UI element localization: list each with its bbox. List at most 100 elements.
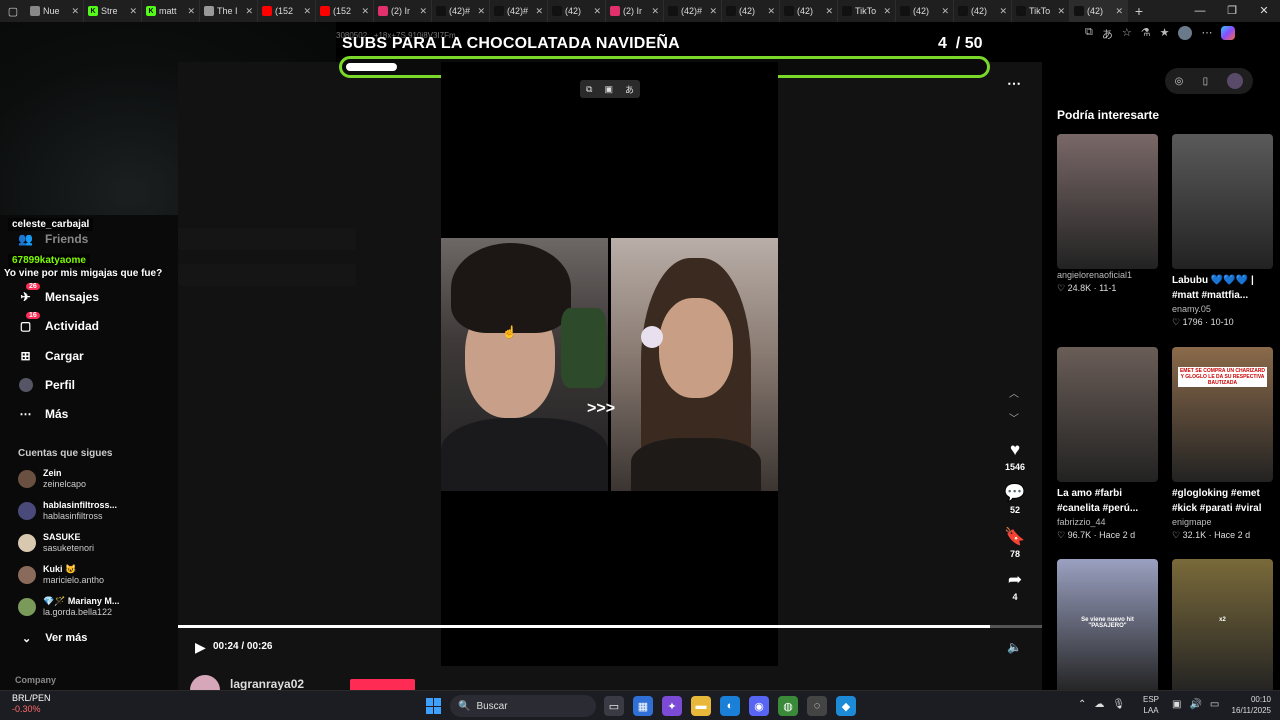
video-progress-bar[interactable] — [178, 625, 1042, 628]
close-tab-icon[interactable]: ✕ — [535, 6, 543, 17]
close-tab-icon[interactable]: ✕ — [419, 6, 427, 17]
file-explorer-icon[interactable]: ▬ — [691, 696, 711, 716]
close-window-icon[interactable]: ✕ — [1248, 0, 1280, 22]
browser-tab[interactable]: TikTo ✕ — [1012, 0, 1070, 22]
edge-icon[interactable]: ◐ — [720, 696, 740, 716]
task-view-icon[interactable]: ▭ — [604, 696, 624, 716]
close-tab-icon[interactable]: ✕ — [999, 6, 1007, 17]
close-tab-icon[interactable]: ✕ — [825, 6, 833, 17]
browser-tab[interactable]: (42) ✕ — [780, 0, 838, 22]
chevron-down-icon[interactable]: ﹀ — [1009, 410, 1019, 425]
store-icon[interactable]: ▦ — [633, 696, 653, 716]
browser-tab[interactable]: (42) ✕ — [548, 0, 606, 22]
copilot-icon[interactable] — [1221, 26, 1236, 40]
clock[interactable]: 00:10 16/11/2025 — [1223, 694, 1271, 716]
see-more-button[interactable]: ⌄ Ver más — [22, 632, 87, 645]
close-tab-icon[interactable]: ✕ — [883, 6, 891, 17]
minimize-icon[interactable]: — — [1184, 0, 1216, 22]
play-icon[interactable]: ▶ — [195, 639, 206, 656]
close-tab-icon[interactable]: ✕ — [187, 6, 195, 17]
onedrive-icon[interactable]: ☁ — [1094, 699, 1104, 710]
tab-actions-icon[interactable]: ▢ — [0, 0, 26, 22]
browser-tab[interactable]: (42)# ✕ — [490, 0, 548, 22]
save-button[interactable]: 🔖 78 — [1000, 527, 1030, 559]
favorite-star-icon[interactable]: ☆ — [1122, 26, 1132, 42]
browser-tab[interactable]: (2) Ir ✕ — [374, 0, 432, 22]
browser-tab[interactable]: (152 ✕ — [316, 0, 374, 22]
share-button[interactable]: ➦ 4 — [1000, 570, 1030, 602]
comment-button[interactable]: 💬 52 — [1000, 483, 1030, 515]
user-avatar[interactable] — [1227, 73, 1244, 89]
close-tab-icon[interactable]: ✕ — [477, 6, 485, 17]
following-item[interactable]: SASUKE sasuketenori — [18, 532, 94, 554]
close-tab-icon[interactable]: ✕ — [71, 6, 79, 17]
discord-icon[interactable]: ◉ — [749, 696, 769, 716]
taskbar-search[interactable]: 🔍 Buscar — [450, 695, 596, 717]
start-button[interactable] — [426, 698, 442, 714]
language-indicator[interactable]: ESP LAA — [1143, 694, 1159, 716]
recommendation-card[interactable]: La amo #farbi #canelita #perú... fabrizzi… — [1057, 347, 1158, 542]
chevron-up-icon[interactable]: ︿ — [1009, 385, 1019, 400]
translate-icon[interactable]: あ — [1102, 26, 1113, 42]
browser-tab[interactable]: K Stre ✕ — [84, 0, 142, 22]
translate-icon[interactable]: あ — [625, 83, 634, 96]
profile-avatar[interactable] — [1178, 26, 1193, 40]
author-name[interactable]: lagranraya02 — [230, 677, 304, 691]
like-button[interactable]: ♥ 1546 — [1000, 440, 1030, 472]
nav-friends[interactable]: 👥 Friends — [18, 231, 88, 246]
close-tab-icon[interactable]: ✕ — [709, 6, 717, 17]
nav-mas[interactable]: ⋯ Más — [18, 406, 69, 421]
close-tab-icon[interactable]: ✕ — [1057, 6, 1065, 17]
browser-tab[interactable]: (42) ✕ — [896, 0, 954, 22]
app-icon[interactable]: ◆ — [836, 696, 856, 716]
browser-tab[interactable]: TikTo ✕ — [838, 0, 896, 22]
browser-tab[interactable]: (42) ✕ — [722, 0, 780, 22]
browser-tab[interactable]: The I ✕ — [200, 0, 258, 22]
app-icon[interactable]: ◌ — [807, 696, 827, 716]
close-tab-icon[interactable]: ✕ — [303, 6, 311, 17]
recommendation-card[interactable]: EMET SE COMPRA UN CHARIZARD Y GLOGLO LE … — [1172, 347, 1273, 542]
extensions-icon[interactable]: ⚗ — [1141, 26, 1151, 42]
close-tab-icon[interactable]: ✕ — [361, 6, 369, 17]
app-icon[interactable]: ◍ — [778, 696, 798, 716]
close-tab-icon[interactable]: ✕ — [245, 6, 253, 17]
close-tab-icon[interactable]: ✕ — [767, 6, 775, 17]
screen-capture-icon[interactable]: ▣ — [604, 84, 613, 95]
recommendation-card[interactable]: Labubu 💙💙💙 | #matt #mattfia... enamy.05 ♡ … — [1172, 134, 1273, 329]
new-tab-button[interactable]: + — [1128, 3, 1150, 19]
nav-actividad[interactable]: ▢ 16 Actividad — [18, 312, 99, 333]
recommendation-card[interactable]: angielorenaoficial1 ♡ 24.8K · 11-1 — [1057, 134, 1158, 295]
compass-icon[interactable]: ◎ — [1175, 76, 1184, 87]
browser-tab[interactable]: (42) ✕ — [1070, 0, 1128, 22]
close-tab-icon[interactable]: ✕ — [651, 6, 659, 17]
browser-tab[interactable]: (2) Ir ✕ — [606, 0, 664, 22]
following-item[interactable]: Zein zeinelcapo — [18, 468, 86, 490]
nav-perfil[interactable]: Perfil — [18, 377, 75, 392]
microphone-icon[interactable]: 🎙 — [1112, 699, 1125, 710]
browser-tab[interactable]: (42)# ✕ — [432, 0, 490, 22]
recommendation-card[interactable]: x2 — [1172, 559, 1273, 694]
copilot-app-icon[interactable]: ✦ — [662, 696, 682, 716]
phone-icon[interactable]: ▯ — [1203, 76, 1209, 87]
more-options-icon[interactable]: ⋯ — [1007, 75, 1021, 92]
browser-tab[interactable]: (42) ✕ — [954, 0, 1012, 22]
close-tab-icon[interactable]: ✕ — [941, 6, 949, 17]
chevron-up-icon[interactable]: ⌃ — [1078, 699, 1086, 710]
browser-tab[interactable]: Nue ✕ — [26, 0, 84, 22]
browser-tab[interactable]: (152 ✕ — [258, 0, 316, 22]
pip-icon[interactable]: ⧉ — [586, 84, 592, 95]
browser-tab[interactable]: Kmatt ✕ — [142, 0, 200, 22]
following-item[interactable]: Kuki 😺 maricielo.antho — [18, 564, 104, 586]
favorites-icon[interactable]: ★ — [1160, 26, 1170, 42]
close-tab-icon[interactable]: ✕ — [129, 6, 137, 17]
following-item[interactable]: hablasinfiltross... hablasinfiltross — [18, 500, 117, 522]
system-status[interactable]: ▣ 🔊 ▭ — [1172, 699, 1219, 710]
recommendation-card[interactable]: Se viene nuevo hit "PASAJERO" — [1057, 559, 1158, 694]
browser-tab[interactable]: (42)# ✕ — [664, 0, 722, 22]
settings-dots-icon[interactable]: ⋯ — [1201, 26, 1212, 42]
close-tab-icon[interactable]: ✕ — [593, 6, 601, 17]
following-item[interactable]: 💎🪄 Mariany M... la.gorda.bella122 — [18, 596, 119, 618]
nav-mensajes[interactable]: ✈ 26 Mensajes — [18, 283, 99, 304]
open-external-icon[interactable]: ⧉ — [1085, 26, 1093, 42]
nav-cargar[interactable]: ⊞ Cargar — [18, 348, 83, 363]
